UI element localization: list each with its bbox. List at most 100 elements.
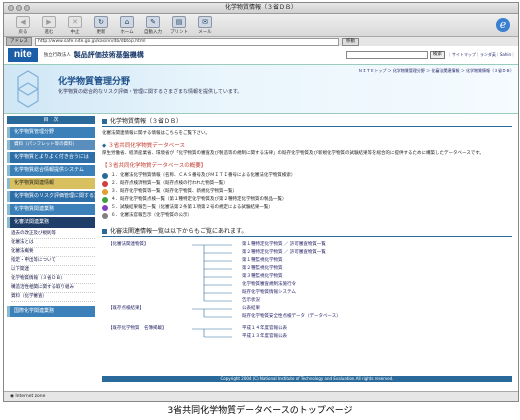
- list-item[interactable]: ６．化審法官報告示（化学物質の公示）: [102, 212, 512, 220]
- forward-icon: ▶: [42, 15, 56, 28]
- sidebar-sub-item[interactable]: 構造活性相関に関する取り組み: [11, 284, 95, 293]
- sidebar-sub-item[interactable]: 指定・申出等について: [11, 257, 95, 266]
- tree-link[interactable]: 平成１４年度官報公表: [242, 325, 341, 333]
- tree-links: 第１種特定化学物質 ／ 許可審査物質一覧 第２種特定化学物質 ／ 許可審査物質一…: [242, 241, 341, 341]
- status-bar: ◉ Internet zone: [4, 391, 518, 401]
- address-label: アドレス: [6, 37, 32, 46]
- overview-heading: 【３省共同化学物質データベースの概要】: [102, 163, 207, 169]
- section-heading: ◆ ３省共同化学物質データベース: [102, 143, 185, 149]
- sidebar-item-chem-mgmt[interactable]: 化学物質管理分野: [7, 127, 95, 138]
- main-content: 化学物質情報（３省ＤＢ） 化審法関連情報に関する情報はこちらをご覧下さい。 ◆ ３…: [102, 116, 512, 339]
- sidebar-item-related-work[interactable]: 化学物質関連業務: [7, 204, 95, 215]
- sidebar-sub-item[interactable]: 化審法とは: [11, 239, 95, 248]
- intro-text: 化審法関連情報に関する情報はこちらをご覧下さい。: [102, 131, 210, 136]
- sidebar-item-materials[interactable]: 資料（パンフレット等の資料）: [7, 140, 95, 150]
- sidebar-item-better-relations[interactable]: 化学物質とよりよく付き合うには: [7, 152, 95, 163]
- figure-caption: 3省共同化学物質データベースのトップページ: [167, 406, 353, 416]
- tree-link[interactable]: 第１種特定化学物質 ／ 許可審査物質一覧: [242, 241, 341, 249]
- tree-link[interactable]: 平成１３年度官報公表: [242, 333, 341, 341]
- forward-button[interactable]: ▶ 進む: [36, 15, 62, 35]
- sidebar-item-related-info[interactable]: 化学物質関連情報: [7, 178, 95, 189]
- sidebar-item-info-system[interactable]: 化学物質総合情報提供システム: [7, 165, 95, 176]
- mail-button[interactable]: ✉ メール: [192, 15, 218, 35]
- sidebar: 目 次 化学物質管理分野 資料（パンフレット等の資料） 化学物質とよりよく付き合…: [7, 116, 95, 319]
- back-icon: ◀: [16, 15, 30, 28]
- tree-title: 化審法関連情報一覧は以下からもご覧にあれます。: [102, 226, 512, 237]
- tree-link[interactable]: 告示状況: [242, 297, 341, 305]
- stop-icon: ✕: [68, 15, 82, 28]
- mail-icon: ✉: [198, 15, 212, 28]
- tree-category: 【既存化学物質 名簿掲載】: [108, 326, 167, 331]
- window-title: 化学物質情報（３省ＤＢ）: [224, 4, 297, 11]
- tree-link[interactable]: 化学物質審査規制法施行令: [242, 281, 341, 289]
- list-item[interactable]: ４．既存化学物質点検一覧（第１種特定化学物質及び第２種特定化学物質の製品一覧）: [102, 196, 512, 204]
- org-name: 製品評価技術基盤機構: [73, 51, 144, 59]
- go-button[interactable]: 移動: [342, 37, 359, 46]
- browser-window: 化学物質情報（３省ＤＢ） ◀ 戻る ▶ 進む ✕ 中止 ↻ 更新 ⌂ ホーム ✎ 自動入力 …: [3, 2, 519, 402]
- list-item[interactable]: ５．試験結果報告一覧（化審法第２条第１項第２号の規定による試験結果一覧）: [102, 204, 512, 212]
- list-item[interactable]: １．化審法化学物質情報（名称、ＣＡＳ番号及びＭＩＴＩ番号による化審法化学物質検索…: [102, 172, 512, 180]
- tree-link[interactable]: 第２種監視化学物質: [242, 265, 341, 273]
- browser-toolbar: ◀ 戻る ▶ 進む ✕ 中止 ↻ 更新 ⌂ ホーム ✎ 自動入力 ▤ プリント ✉ メール e: [4, 14, 518, 37]
- web-page: nite 独立行政法人 製品評価技術基盤機構 検索 ｜サイトマップ｜ランダ英｜S…: [4, 46, 518, 391]
- breadcrumb[interactable]: ＮＩＴＥトップ ＞ 化学物質管理分野 ＞ 化審法関連情報 ＞ 化学物質情報（３省…: [358, 68, 514, 74]
- refresh-button[interactable]: ↻ 更新: [88, 15, 114, 35]
- tree-link[interactable]: 公表結果: [242, 305, 341, 313]
- tree-connectors: [192, 244, 232, 338]
- sidebar-sub-item[interactable]: 化学物質情報（３省ＤＢ）: [11, 275, 95, 284]
- header-links[interactable]: ｜サイトマップ｜ランダ英｜Sahin｜: [448, 52, 515, 58]
- title-bar: 化学物質情報（３省ＤＢ）: [4, 3, 518, 14]
- bullet-icon: [102, 181, 108, 187]
- bullet-icon: [102, 205, 108, 211]
- description-text: 厚生労働省、経済産業省、環境省が「化学物質の審査及び製造等の規制に関する法律」の…: [102, 151, 484, 156]
- list-item[interactable]: ３．既存化学物質等一覧（既存化学物質、新規化学物質一覧）: [102, 188, 512, 196]
- sidebar-sub-item[interactable]: 以下関連: [11, 266, 95, 275]
- sidebar-sub-item[interactable]: 資料（化学審査）: [11, 293, 95, 302]
- list-item[interactable]: ２．既存点検済物質一覧（既存点検の行われた物質一覧）: [102, 180, 512, 188]
- nite-logo[interactable]: nite: [8, 48, 38, 62]
- search-button[interactable]: 検索: [429, 51, 445, 59]
- molecule-icon: [17, 70, 39, 108]
- tree-link[interactable]: 第１種監視化学物質: [242, 257, 341, 265]
- database-icon: ◆: [102, 143, 107, 149]
- home-icon: ⌂: [120, 15, 134, 28]
- site-search: 検索 ｜サイトマップ｜ランダ英｜Sahin｜: [345, 51, 518, 59]
- back-button[interactable]: ◀ 戻る: [10, 15, 36, 35]
- tree-link[interactable]: 既存化学物質情報システム: [242, 289, 341, 297]
- refresh-icon: ↻: [94, 15, 108, 28]
- bullet-icon: [102, 213, 108, 219]
- overview-list: １．化審法化学物質情報（名称、ＣＡＳ番号及びＭＩＴＩ番号による化審法化学物質検索…: [102, 172, 512, 220]
- stop-button[interactable]: ✕ 中止: [62, 15, 88, 35]
- home-button[interactable]: ⌂ ホーム: [114, 15, 140, 35]
- autofill-icon: ✎: [146, 15, 160, 28]
- bullet-icon: [102, 189, 108, 195]
- bullet-icon: [102, 197, 108, 203]
- sidebar-heading: 目 次: [7, 116, 95, 124]
- tree-link[interactable]: 第２種特定化学物質 ／ 許可審査物質一覧: [242, 249, 341, 257]
- tree-link[interactable]: 第３種監視化学物質: [242, 273, 341, 281]
- sidebar-sub-item[interactable]: 化審法概要: [11, 248, 95, 257]
- url-field[interactable]: http://www.safe.nite.go.jp/kasinn/db/dbt…: [35, 37, 339, 46]
- banner-subtitle: 化学物質の総合的なリスク評価・管理に関するさまざまな情報を提供しています。: [58, 89, 243, 95]
- tree-categories: 【化審法関連物質】 【既存点検結果】 【既存化学物質 名簿掲載】: [108, 241, 167, 333]
- banner-title: 化学物質管理分野: [58, 77, 131, 87]
- search-input[interactable]: [345, 51, 428, 59]
- window-controls[interactable]: [8, 5, 32, 15]
- section-banner: ＮＩＴＥトップ ＞ 化学物質管理分野 ＞ 化審法関連情報 ＞ 化学物質情報（３省…: [4, 65, 518, 114]
- tree-link[interactable]: 既存化学物質安全性点検データ（データベース）: [242, 313, 341, 321]
- page-title: 化学物質情報（３省ＤＢ）: [102, 116, 512, 127]
- sidebar-sub-item[interactable]: 過去の改正及び規則等: [11, 230, 95, 239]
- browser-logo-icon: e: [496, 18, 510, 32]
- print-icon: ▤: [172, 15, 186, 28]
- tree-category: 【既存点検結果】: [108, 306, 144, 311]
- copyright-footer: Copyright 2004 (C) National Institute of…: [102, 376, 512, 382]
- org-type: 独立行政法人: [43, 53, 71, 58]
- site-header: nite 独立行政法人 製品評価技術基盤機構 検索 ｜サイトマップ｜ランダ英｜S…: [4, 46, 518, 65]
- autofill-button[interactable]: ✎ 自動入力: [140, 15, 166, 35]
- sidebar-item-kashinho[interactable]: 化審法関連業務: [7, 217, 95, 228]
- bullet-icon: [102, 173, 108, 179]
- sidebar-sublist: 過去の改正及び規則等 化審法とは 化審法概要 指定・申出等について 以下関連 化…: [7, 230, 95, 302]
- print-button[interactable]: ▤ プリント: [166, 15, 192, 35]
- sidebar-item-international[interactable]: 国際化学関連業務: [7, 306, 95, 317]
- sidebar-item-risk-assessment[interactable]: 化学物質のリスク評価管理に関する業務: [7, 191, 95, 202]
